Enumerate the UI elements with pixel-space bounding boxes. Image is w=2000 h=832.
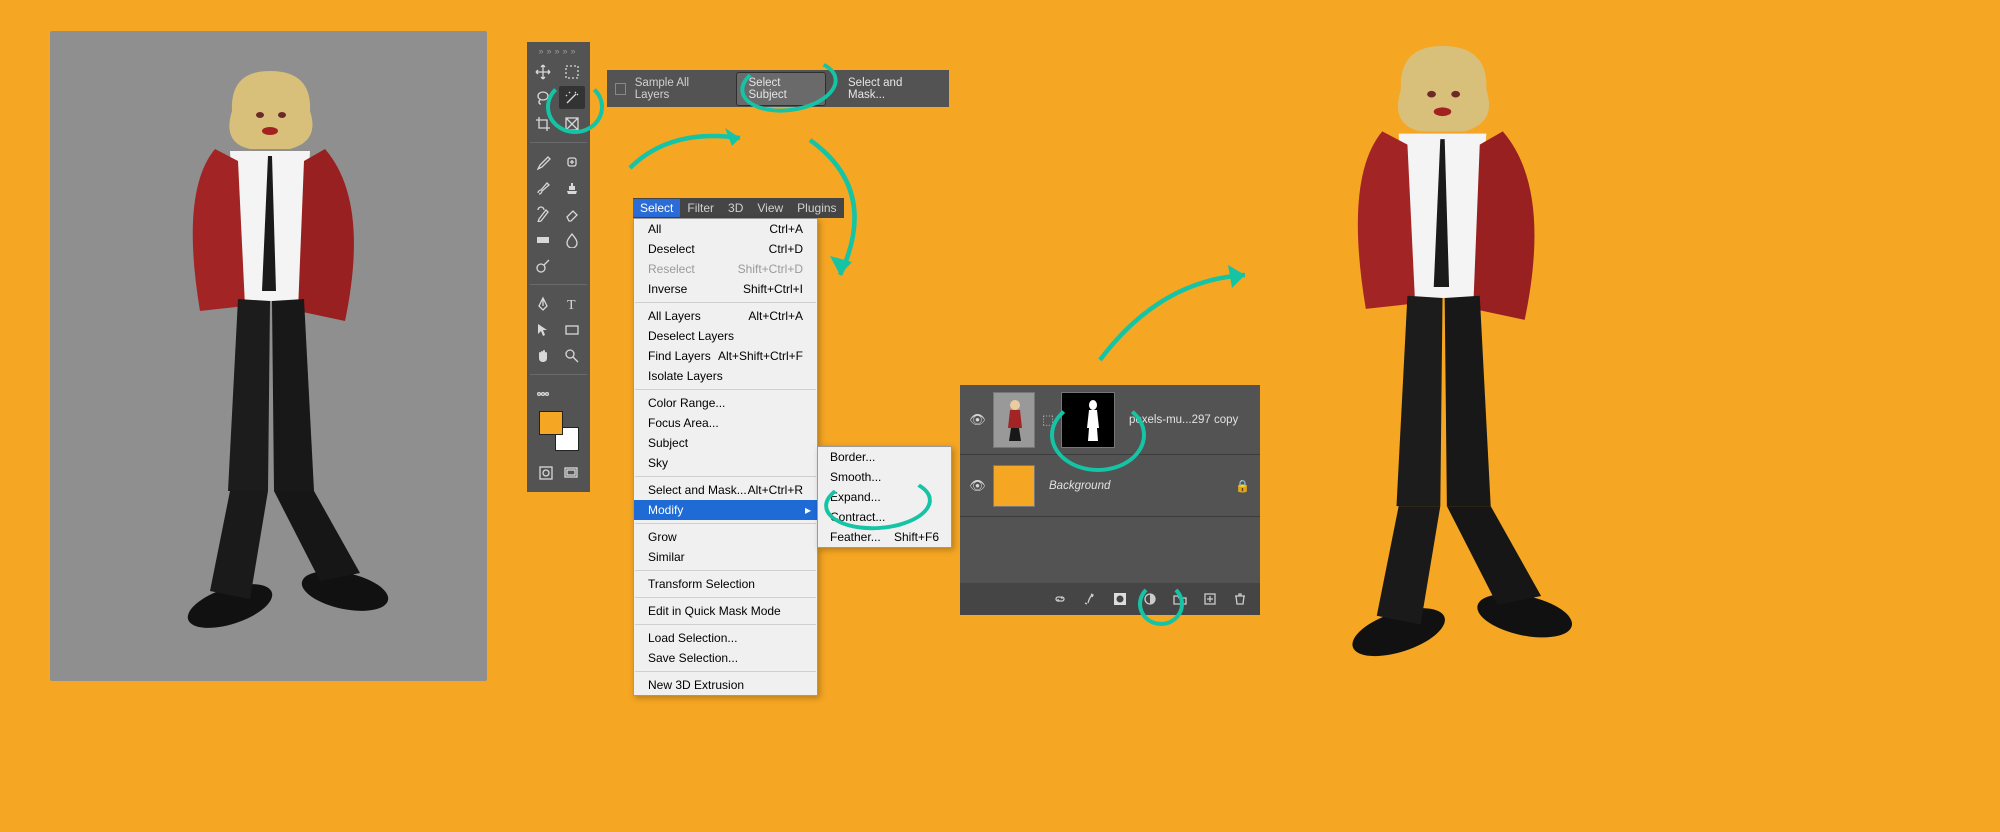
menu-item-focus-area[interactable]: Focus Area... <box>634 413 817 433</box>
annotation-arrow-1 <box>620 118 760 178</box>
foreground-color[interactable] <box>539 411 563 435</box>
layer-style-button[interactable] <box>1082 591 1098 607</box>
rectangle-tool[interactable] <box>559 318 585 341</box>
move-tool[interactable] <box>530 60 556 83</box>
edit-toolbar[interactable] <box>530 382 556 405</box>
menu-view[interactable]: View <box>750 199 790 217</box>
visibility-toggle[interactable]: 👁 <box>970 412 985 428</box>
sample-all-layers-checkbox[interactable] <box>615 83 626 95</box>
select-menu-dropdown: AllCtrl+ADeselectCtrl+DReselectShift+Ctr… <box>633 218 818 696</box>
marquee-tool[interactable] <box>559 60 585 83</box>
background-thumbnail[interactable] <box>993 465 1035 507</box>
select-and-mask-button[interactable]: Select and Mask... <box>838 73 941 105</box>
menu-item-find-layers[interactable]: Find LayersAlt+Shift+Ctrl+F <box>634 346 817 366</box>
eyedropper-tool[interactable] <box>530 150 556 173</box>
menu-item-grow[interactable]: Grow <box>634 527 817 547</box>
menu-bar: Select Filter 3D View Plugins <box>633 198 844 218</box>
layer-row-1[interactable]: 👁 ⬚ pexels-mu...297 copy <box>960 385 1260 455</box>
group-button[interactable] <box>1172 591 1188 607</box>
zoom-tool[interactable] <box>559 344 585 367</box>
model-figure-cutout <box>1230 35 1655 665</box>
menu-plugins[interactable]: Plugins <box>790 199 843 217</box>
magic-wand-tool[interactable] <box>559 86 585 109</box>
toolbox-grip[interactable]: »»»»» <box>530 46 587 60</box>
layer-row-background[interactable]: 👁 Background 🔒 <box>960 455 1260 517</box>
menu-item-similar[interactable]: Similar <box>634 547 817 567</box>
menu-item-select-and-mask[interactable]: Select and Mask...Alt+Ctrl+R <box>634 480 817 500</box>
menu-item-deselect-layers[interactable]: Deselect Layers <box>634 326 817 346</box>
link-layers-button[interactable] <box>1052 591 1068 607</box>
healing-brush-tool[interactable] <box>559 150 585 173</box>
type-tool[interactable]: T <box>559 292 585 315</box>
model-figure <box>120 61 420 636</box>
menu-item-new-3d-extrusion[interactable]: New 3D Extrusion <box>634 675 817 695</box>
menu-item-edit-in-quick-mask-mode[interactable]: Edit in Quick Mask Mode <box>634 601 817 621</box>
path-selection-tool[interactable] <box>530 318 556 341</box>
color-swatches[interactable] <box>539 411 579 451</box>
menu-item-color-range[interactable]: Color Range... <box>634 393 817 413</box>
layers-panel-footer <box>960 583 1260 615</box>
svg-text:T: T <box>567 298 576 312</box>
layer-mask-thumbnail[interactable] <box>1061 392 1115 448</box>
lock-icon[interactable]: 🔒 <box>1235 479 1250 493</box>
menu-item-inverse[interactable]: InverseShift+Ctrl+I <box>634 279 817 299</box>
menu-item-subject[interactable]: Subject <box>634 433 817 453</box>
modify-submenu: Border...Smooth...Expand...Contract...Fe… <box>817 446 952 548</box>
menu-item-load-selection[interactable]: Load Selection... <box>634 628 817 648</box>
history-brush-tool[interactable] <box>530 202 556 225</box>
tool-panel: »»»»» T <box>527 42 590 492</box>
menu-item-deselect[interactable]: DeselectCtrl+D <box>634 239 817 259</box>
submenu-item-border[interactable]: Border... <box>818 447 951 467</box>
add-mask-button[interactable] <box>1112 591 1128 607</box>
link-icon[interactable]: ⬚ <box>1043 412 1053 428</box>
menu-item-all-layers[interactable]: All LayersAlt+Ctrl+A <box>634 306 817 326</box>
adjustment-layer-button[interactable] <box>1142 591 1158 607</box>
visibility-toggle[interactable]: 👁 <box>970 478 985 494</box>
submenu-item-feather[interactable]: Feather...Shift+F6 <box>818 527 951 547</box>
crop-tool[interactable] <box>530 112 556 135</box>
gradient-tool[interactable] <box>530 228 556 251</box>
menu-item-isolate-layers[interactable]: Isolate Layers <box>634 366 817 386</box>
eraser-tool[interactable] <box>559 202 585 225</box>
submenu-item-contract[interactable]: Contract... <box>818 507 951 527</box>
menu-3d[interactable]: 3D <box>721 199 750 217</box>
frame-tool[interactable] <box>559 112 585 135</box>
layer-thumbnail[interactable] <box>993 392 1035 448</box>
pen-tool[interactable] <box>530 292 556 315</box>
layer-name[interactable]: pexels-mu...297 copy <box>1129 414 1238 426</box>
delete-layer-button[interactable] <box>1232 591 1248 607</box>
menu-filter[interactable]: Filter <box>680 199 721 217</box>
submenu-item-expand[interactable]: Expand... <box>818 487 951 507</box>
layers-panel: 👁 ⬚ pexels-mu...297 copy 👁 Background 🔒 <box>960 385 1260 615</box>
result-cutout <box>1230 35 1655 665</box>
hand-tool[interactable] <box>530 344 556 367</box>
menu-item-all[interactable]: AllCtrl+A <box>634 219 817 239</box>
menu-item-transform-selection[interactable]: Transform Selection <box>634 574 817 594</box>
brush-tool[interactable] <box>530 176 556 199</box>
source-photo <box>50 31 487 681</box>
blur-tool[interactable] <box>559 228 585 251</box>
dodge-tool[interactable] <box>530 254 556 277</box>
quick-mask-toggle[interactable] <box>533 461 559 484</box>
menu-item-reselect: ReselectShift+Ctrl+D <box>634 259 817 279</box>
lasso-tool[interactable] <box>530 86 556 109</box>
new-layer-button[interactable] <box>1202 591 1218 607</box>
menu-item-sky[interactable]: Sky <box>634 453 817 473</box>
menu-item-modify[interactable]: Modify▸ <box>634 500 817 520</box>
menu-select[interactable]: Select <box>633 199 680 217</box>
screen-mode-toggle[interactable] <box>559 461 585 484</box>
background-layer-name[interactable]: Background <box>1049 480 1110 492</box>
menu-item-save-selection[interactable]: Save Selection... <box>634 648 817 668</box>
select-subject-button[interactable]: Select Subject <box>736 72 826 106</box>
submenu-item-smooth[interactable]: Smooth... <box>818 467 951 487</box>
sample-all-layers-label: Sample All Layers <box>635 77 716 101</box>
clone-stamp-tool[interactable] <box>559 176 585 199</box>
options-bar: Sample All Layers Select Subject Select … <box>607 70 949 107</box>
